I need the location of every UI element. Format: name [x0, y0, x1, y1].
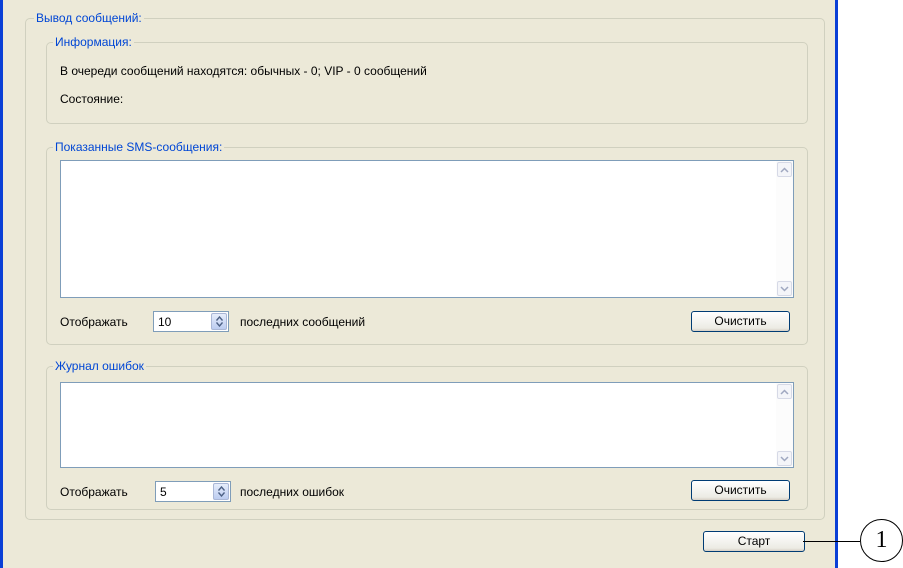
scroll-down-button[interactable] [777, 281, 792, 296]
queue-status-text: В очереди сообщений находятся: обычных -… [60, 64, 427, 78]
sms-count-stepper[interactable]: 10 [153, 311, 229, 332]
arrow-down-icon [217, 492, 225, 497]
chevron-down-icon [780, 455, 789, 462]
dialog-window: Вывод сообщений: Информация: В очереди с… [0, 0, 838, 568]
errors-suffix-label: последних ошибок [240, 485, 345, 499]
chevron-up-icon [780, 166, 789, 173]
sms-messages-list[interactable] [60, 160, 794, 298]
sms-clear-button[interactable]: Очистить [691, 311, 790, 332]
sms-show-label: Отображать [60, 315, 128, 329]
errors-list-scrollbar[interactable] [776, 383, 793, 467]
info-group: Информация: [46, 36, 808, 124]
errors-show-label: Отображать [60, 485, 128, 499]
sms-group-legend: Показанные SMS-сообщения: [55, 140, 223, 154]
scroll-down-button[interactable] [777, 451, 792, 466]
callout-line [803, 541, 860, 542]
errors-count-stepper[interactable]: 5 [155, 481, 231, 502]
errors-log-list[interactable] [60, 382, 794, 468]
info-group-legend: Информация: [55, 35, 132, 49]
start-button[interactable]: Старт [703, 531, 805, 552]
chevron-up-icon [780, 388, 789, 395]
errors-group-legend: Журнал ошибок [55, 359, 144, 373]
arrow-up-icon [215, 316, 223, 321]
sms-count-spin-buttons[interactable] [211, 313, 227, 330]
sms-list-scrollbar[interactable] [776, 161, 793, 297]
output-group-legend: Вывод сообщений: [36, 11, 142, 25]
state-label: Состояние: [60, 92, 124, 106]
errors-clear-button[interactable]: Очистить [691, 480, 790, 501]
arrow-down-icon [215, 322, 223, 327]
sms-suffix-label: последних сообщений [240, 315, 366, 329]
arrow-up-icon [217, 486, 225, 491]
sms-count-value[interactable]: 10 [158, 315, 171, 329]
errors-count-spin-buttons[interactable] [213, 483, 229, 500]
chevron-down-icon [780, 285, 789, 292]
callout-number: 1 [860, 519, 903, 562]
scroll-up-button[interactable] [777, 384, 792, 399]
errors-count-value[interactable]: 5 [160, 485, 167, 499]
scroll-up-button[interactable] [777, 162, 792, 177]
